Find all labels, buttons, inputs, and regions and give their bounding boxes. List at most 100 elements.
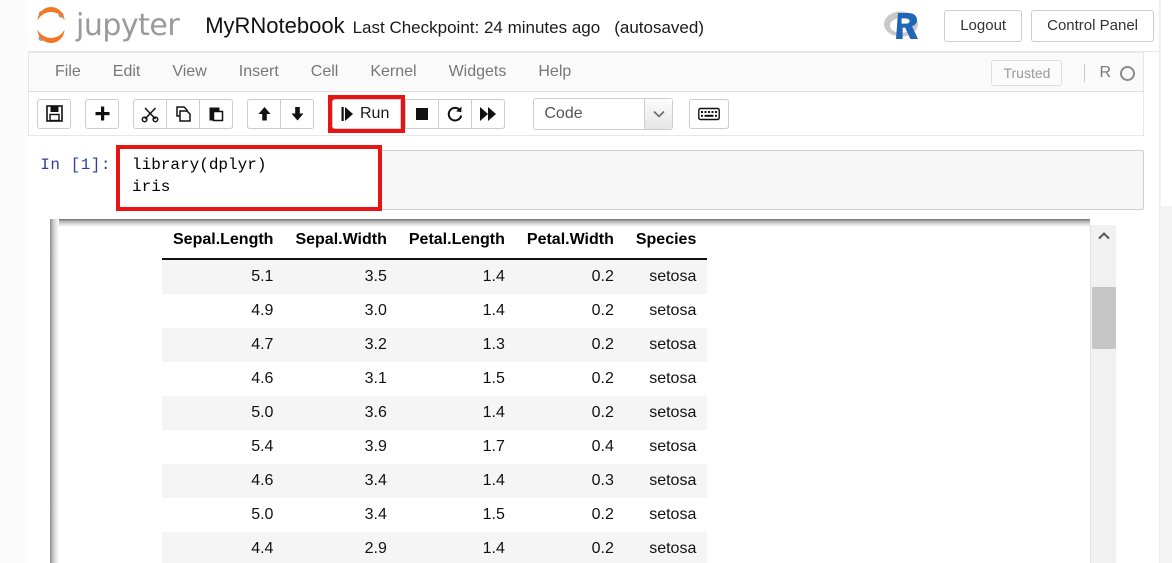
scissors-icon[interactable]: [133, 98, 167, 129]
table-row: 4.4 2.9 1.4 0.2 setosa: [162, 532, 708, 563]
last-checkpoint-label: Last Checkpoint: 24 minutes ago: [352, 17, 601, 37]
logout-button[interactable]: Logout: [944, 9, 1023, 43]
menu-item-cell[interactable]: Cell: [295, 54, 355, 90]
cell-value: 0.2: [591, 540, 614, 557]
jupyter-notebook-app: jupyter MyRNotebook Last Checkpoint: 24 …: [0, 0, 1172, 563]
chevron-down-icon[interactable]: [644, 98, 673, 129]
page-header: jupyter MyRNotebook Last Checkpoint: 24 …: [0, 0, 1172, 52]
cell-value: 3.4: [364, 506, 387, 523]
notebook-toolbar: Run Code: [28, 92, 1144, 136]
cell-value: setosa: [649, 472, 697, 489]
cell-value: 4.9: [251, 302, 274, 319]
notebook-name[interactable]: MyRNotebook: [205, 13, 344, 39]
jupyter-logo-text[interactable]: jupyter: [76, 8, 180, 43]
menu-item-view[interactable]: View: [156, 54, 222, 90]
code-highlight-line-1: library(dplyr): [132, 156, 267, 174]
trusted-badge[interactable]: Trusted: [991, 60, 1063, 86]
fast-forward-icon[interactable]: [471, 98, 506, 129]
kernel-idle-circle-icon[interactable]: [1120, 65, 1135, 81]
cell-value: setosa: [649, 336, 697, 353]
menu-item-widgets[interactable]: Widgets: [433, 54, 523, 90]
cell-value: 1.4: [482, 302, 505, 319]
cell-value: 4.6: [251, 472, 274, 489]
cell-value: 4.4: [251, 540, 274, 557]
cell-value: 3.0: [364, 302, 387, 319]
copy-icon[interactable]: [166, 98, 200, 129]
cell-value: 1.4: [482, 268, 505, 285]
notebook-title-block: MyRNotebook Last Checkpoint: 24 minutes …: [205, 13, 704, 39]
left-gutter: [0, 0, 28, 563]
r-logo-icon: [880, 9, 924, 43]
run-button-label: Run: [360, 104, 390, 122]
menu-item-edit[interactable]: Edit: [97, 54, 157, 90]
output-scroll-viewport: Sepal.Length Sepal.Width Petal.Length Pe…: [56, 225, 1090, 563]
cell-value: 5.1: [251, 268, 274, 285]
cell-value: 3.5: [364, 268, 387, 285]
save-icon[interactable]: [37, 98, 71, 129]
cell-value: 1.4: [482, 472, 505, 489]
table-row: 5.0 3.4 1.5 0.2 setosa: [162, 498, 708, 532]
iris-data-table: Sepal.Length Sepal.Width Petal.Length Pe…: [162, 225, 708, 563]
stop-square-icon[interactable]: [405, 98, 440, 129]
table-row: 5.1 3.5 1.4 0.2 setosa: [162, 259, 708, 294]
run-icon: [341, 106, 353, 121]
page-scrollbar[interactable]: [1159, 0, 1172, 563]
menu-item-kernel[interactable]: Kernel: [354, 54, 432, 90]
plus-icon[interactable]: [85, 98, 119, 129]
control-panel-button[interactable]: Control Panel: [1031, 9, 1154, 43]
output-scrollbar-thumb[interactable]: [1092, 287, 1116, 349]
code-cell-highlight: library(dplyr) iris: [116, 145, 382, 211]
cell-value: 3.1: [364, 370, 387, 387]
table-row: 5.0 3.6 1.4 0.2 setosa: [162, 396, 708, 430]
code-cell[interactable]: In [1]: library(dplyr) iris library(dply…: [28, 136, 1144, 211]
header-actions: Logout Control Panel: [880, 0, 1154, 52]
scroll-up-arrow-icon[interactable]: [1091, 225, 1116, 247]
toolbar-group-edit: [133, 98, 233, 129]
code-input-area[interactable]: library(dplyr) iris library(dplyr) iris: [116, 145, 1144, 211]
input-prompt: In [1]:: [40, 156, 111, 174]
output-top-shadow: [50, 219, 1090, 227]
cell-value: setosa: [649, 540, 697, 557]
restart-circle-icon[interactable]: [438, 98, 473, 129]
keyboard-icon[interactable]: [689, 98, 730, 129]
cell-value: setosa: [649, 302, 697, 319]
cell-value: 3.4: [364, 472, 387, 489]
cell-value: 1.5: [482, 370, 505, 387]
notebook-body: In [1]: library(dplyr) iris library(dply…: [0, 136, 1172, 563]
cell-value: 1.7: [482, 438, 505, 455]
arrow-up-icon[interactable]: [247, 98, 281, 129]
table-row: 4.7 3.2 1.3 0.2 setosa: [162, 328, 708, 362]
cell-value: 0.3: [591, 472, 614, 489]
menu-item-file[interactable]: File: [39, 54, 97, 90]
page-scrollbar-thumb[interactable]: [1161, 0, 1172, 206]
cell-value: setosa: [649, 370, 697, 387]
cell-value: 1.3: [482, 336, 505, 353]
cell-value: 3.6: [364, 404, 387, 421]
column-header-sepal-length: Sepal.Length: [162, 225, 285, 260]
table-row: 4.6 3.4 1.4 0.3 setosa: [162, 464, 708, 498]
output-scrollbar[interactable]: [1090, 225, 1116, 563]
toolbar-group-move: [247, 98, 314, 129]
code-highlight-line-2: iris: [132, 178, 171, 196]
cell-value: 4.6: [251, 370, 274, 387]
cell-value: 0.2: [591, 336, 614, 353]
cell-value: 1.4: [482, 540, 505, 557]
cell-value: 0.2: [591, 268, 614, 285]
menu-item-help[interactable]: Help: [522, 54, 587, 90]
column-header-species: Species: [624, 225, 708, 260]
cell-type-select[interactable]: Code: [533, 97, 674, 130]
cell-output: Sepal.Length Sepal.Width Petal.Length Pe…: [28, 219, 1116, 563]
menu-bar-status: Trusted R: [991, 53, 1135, 93]
arrow-down-icon[interactable]: [280, 98, 314, 129]
kernel-name-label: R: [1099, 64, 1111, 81]
paste-icon[interactable]: [199, 98, 233, 129]
table-header-row: Sepal.Length Sepal.Width Petal.Length Pe…: [162, 225, 708, 260]
cell-value: 1.4: [482, 404, 505, 421]
menu-bar: File Edit View Insert Cell Kernel Widget…: [28, 52, 1144, 92]
cell-value: 5.0: [251, 506, 274, 523]
cell-type-value: Code: [544, 104, 583, 122]
jupyter-logo-icon[interactable]: [28, 6, 74, 46]
run-button[interactable]: Run: [332, 98, 402, 129]
menu-item-insert[interactable]: Insert: [223, 54, 295, 90]
cell-value: 0.2: [591, 370, 614, 387]
